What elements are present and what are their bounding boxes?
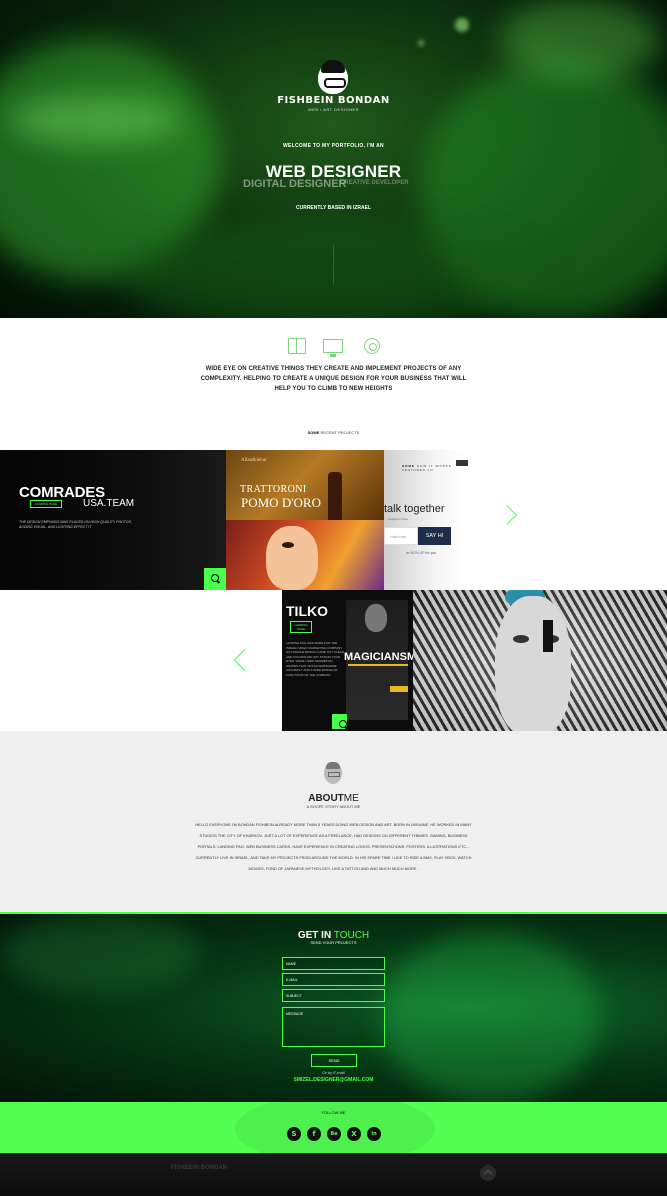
bottle-image bbox=[328, 472, 342, 520]
project-description: LANDING PAG WAS MADE FOR THE ISRAELI VID… bbox=[286, 641, 344, 677]
monitor-icon bbox=[323, 339, 343, 357]
projects-heading: SOME RECENT PROJECTS bbox=[0, 430, 667, 435]
search-icon[interactable] bbox=[332, 714, 347, 729]
logo-subtitle: WEB / ART DESIGNER bbox=[307, 107, 360, 112]
scroll-top-icon[interactable] bbox=[480, 1165, 496, 1181]
project-art[interactable] bbox=[413, 590, 667, 731]
art-cross bbox=[543, 620, 553, 652]
facebook-icon[interactable]: f bbox=[307, 1127, 321, 1141]
logo-avatar-icon[interactable] bbox=[318, 60, 348, 94]
project-title: POMO D'ORO bbox=[241, 495, 321, 510]
project-comrades[interactable]: COMRADES LANDING PAGE USA.TEAM THE DESIG… bbox=[0, 450, 226, 590]
hero-section: FISHBEIN BONDAN WEB / ART DESIGNER WELCO… bbox=[0, 0, 667, 318]
projects-heading-rest: RECENT PROJECTS bbox=[319, 430, 360, 435]
project-signup: or SIGN UP for you bbox=[406, 551, 436, 555]
project-title: MAGICIANSM bbox=[344, 651, 413, 663]
about-body: HELLO EVERYONE I'M BOHDAN FISHBEIN ALREA… bbox=[195, 822, 472, 871]
name-field[interactable]: NAME bbox=[282, 957, 385, 970]
hero-divider bbox=[333, 245, 334, 285]
message-field[interactable]: MESSAGE bbox=[282, 1007, 385, 1047]
say-hi-button: SAY HI bbox=[418, 527, 451, 545]
footer-logo[interactable]: FISHBEIN BONDAN bbox=[171, 1165, 227, 1171]
about-section: ABOUTME A SHORT STORY ABOUT ME HELLO EVE… bbox=[0, 731, 667, 912]
project-signup-rest: for you bbox=[424, 551, 437, 555]
contact-email-link[interactable]: SMIZEL.DESIGNER@GMAIL.COM bbox=[0, 1077, 667, 1083]
art-face bbox=[495, 596, 571, 731]
projects-heading-bold: SOME bbox=[307, 430, 320, 435]
project-tilko[interactable]: TILKO LANDING PAGE LANDING PAG WAS MADE … bbox=[282, 590, 413, 731]
search-icon[interactable] bbox=[204, 568, 226, 590]
hero-welcome: WELCOME TO MY PORTFOLIO, I'M AN bbox=[283, 143, 384, 149]
services-description: WIDE EYE ON CREATIVE THINGS THEY CREATE … bbox=[200, 366, 467, 392]
project-email-field: ...mail.com bbox=[384, 527, 418, 545]
art-eye bbox=[513, 635, 529, 643]
hero-alt-title: CREATIVE DEVELOPER bbox=[340, 180, 409, 186]
book-icon bbox=[288, 338, 306, 354]
face-eye bbox=[282, 542, 294, 548]
about-title: ABOUTME bbox=[0, 793, 667, 804]
contact-top-bar bbox=[0, 912, 667, 914]
send-button[interactable]: SEND bbox=[311, 1054, 357, 1067]
footer: FISHBEIN BONDAN bbox=[0, 1153, 667, 1196]
project-title: talk together bbox=[384, 503, 445, 515]
about-title-bold: ABOUT bbox=[308, 793, 344, 804]
project-illustration[interactable] bbox=[226, 520, 384, 590]
linkedin-icon[interactable]: in bbox=[367, 1127, 381, 1141]
project-tag: LANDING PAGE bbox=[290, 621, 312, 633]
skype-icon[interactable]: S bbox=[287, 1127, 301, 1141]
email-field[interactable]: E-MAIL bbox=[282, 973, 385, 986]
hero-location: CURRENTLY BASED IN IZRAEL bbox=[295, 205, 371, 211]
project-subtitle: ...people for free bbox=[386, 517, 408, 521]
hero-alt-title: DIGITAL DESIGNER bbox=[243, 178, 347, 190]
project-title: TILKO bbox=[286, 603, 328, 619]
logo-name[interactable]: FISHBEIN BONDAN bbox=[0, 95, 667, 106]
nav-button bbox=[456, 460, 468, 466]
or-email-label: Or by E-mail bbox=[322, 1070, 345, 1075]
lens-flare bbox=[455, 18, 469, 32]
face-illustration bbox=[266, 526, 318, 590]
avatar-icon bbox=[324, 762, 342, 784]
project-button bbox=[390, 686, 408, 692]
gear-icon bbox=[364, 338, 380, 354]
lens-flare bbox=[418, 40, 424, 46]
project-pomo[interactable]: Allan&Jebur TRATTORONI POMO D'ORO bbox=[226, 450, 384, 520]
project-brand: Allan&Jebur bbox=[241, 458, 267, 463]
behance-icon[interactable]: Be bbox=[327, 1127, 341, 1141]
about-subtitle: A SHORT STORY ABOUT ME bbox=[306, 804, 361, 809]
project-title: TRATTORONI bbox=[240, 484, 307, 495]
person-head bbox=[365, 604, 387, 632]
project-description: THE DESIGN EMPHASIS WAS PLACED ON HIGH Q… bbox=[19, 520, 132, 529]
project-site: USA.TEAM bbox=[83, 498, 135, 509]
hero-glow bbox=[500, 0, 660, 80]
subject-field[interactable]: SUBJECT bbox=[282, 989, 385, 1002]
project-accent-bar bbox=[348, 664, 408, 666]
contact-glow bbox=[0, 912, 200, 992]
project-signup-link: SIGN UP bbox=[410, 551, 425, 555]
follow-title: FOLLOW ME bbox=[321, 1110, 346, 1115]
xing-icon[interactable]: X bbox=[347, 1127, 361, 1141]
about-title-rest: ME bbox=[343, 793, 359, 804]
project-tag: LANDING PAGE bbox=[30, 500, 63, 508]
contact-subtitle: SEND YOUR PROJECTS bbox=[310, 940, 357, 945]
project-talk[interactable]: HOME HOW IT WORKS FEATURES LO talk toget… bbox=[384, 450, 468, 590]
